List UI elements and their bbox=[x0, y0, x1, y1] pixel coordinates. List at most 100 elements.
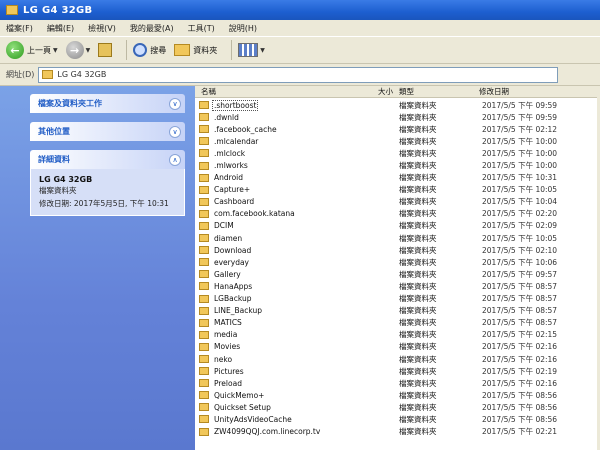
folders-button[interactable]: 資料夾 bbox=[174, 39, 217, 61]
folders-label: 資料夾 bbox=[193, 45, 218, 55]
file-name-cell[interactable]: com.facebook.katana bbox=[195, 208, 393, 219]
file-row[interactable]: diamen 檔案資料夾 2017/5/5 下午 10:05 bbox=[195, 232, 600, 244]
file-name-cell[interactable]: .mlclock bbox=[195, 148, 393, 159]
menu-favorites[interactable]: 我的最愛(A) bbox=[130, 23, 174, 34]
file-row[interactable]: UnityAdsVideoCache 檔案資料夾 2017/5/5 下午 08:56 bbox=[195, 413, 600, 425]
file-name-cell[interactable]: Quickset Setup bbox=[195, 402, 393, 413]
details-name: LG G4 32GB bbox=[39, 175, 93, 184]
file-date: 2017/5/5 下午 09:59 bbox=[482, 112, 558, 122]
file-row[interactable]: neko 檔案資料夾 2017/5/5 下午 02:16 bbox=[195, 353, 600, 365]
details-type: 檔案資料夾 bbox=[39, 186, 77, 195]
menu-edit[interactable]: 編輯(E) bbox=[47, 23, 74, 34]
file-name-cell[interactable]: .shortboost bbox=[195, 99, 393, 111]
folder-icon bbox=[199, 246, 209, 255]
file-name-cell[interactable]: .mlcalendar bbox=[195, 136, 393, 147]
file-name-cell[interactable]: Capture+ bbox=[195, 184, 393, 195]
menu-file[interactable]: 檔案(F) bbox=[6, 23, 33, 34]
file-name-cell[interactable]: .mlworks bbox=[195, 160, 393, 171]
file-row[interactable]: QuickMemo+ 檔案資料夾 2017/5/5 下午 08:56 bbox=[195, 389, 600, 401]
file-name-cell[interactable]: UnityAdsVideoCache bbox=[195, 414, 393, 425]
file-row[interactable]: .shortboost 檔案資料夾 2017/5/5 下午 09:59 bbox=[195, 99, 600, 111]
file-name-cell[interactable]: HanaApps bbox=[195, 281, 393, 292]
file-name-cell[interactable]: Movies bbox=[195, 341, 393, 352]
file-row[interactable]: Download 檔案資料夾 2017/5/5 下午 02:10 bbox=[195, 244, 600, 256]
file-name-cell[interactable]: Download bbox=[195, 245, 393, 256]
file-name-cell[interactable]: QuickMemo+ bbox=[195, 390, 393, 401]
file-list-pane: 名稱 大小 類型 修改日期 .shortboost 檔案資料夾 2017/5/5 下… bbox=[195, 86, 600, 450]
other-places-header[interactable]: 其他位置 ∨ bbox=[30, 122, 185, 141]
menu-view[interactable]: 檢視(V) bbox=[88, 23, 116, 34]
chevron-up-icon[interactable]: ∧ bbox=[169, 153, 181, 166]
views-button[interactable]: ▼ bbox=[238, 39, 265, 61]
file-date: 2017/5/5 下午 02:09 bbox=[482, 221, 558, 231]
file-row[interactable]: .dwnld 檔案資料夾 2017/5/5 下午 09:59 bbox=[195, 111, 600, 123]
file-name-cell[interactable]: MATICS bbox=[195, 317, 393, 328]
file-row[interactable]: Capture+ 檔案資料夾 2017/5/5 下午 10:05 bbox=[195, 184, 600, 196]
file-date: 2017/5/5 下午 08:57 bbox=[482, 306, 558, 316]
file-name-cell[interactable]: Pictures bbox=[195, 366, 393, 377]
file-row[interactable]: .mlclock 檔案資料夾 2017/5/5 下午 10:00 bbox=[195, 147, 600, 159]
file-name-cell[interactable]: .dwnld bbox=[195, 112, 393, 123]
address-field[interactable]: LG G4 32GB bbox=[38, 66, 559, 83]
column-header-date[interactable]: 修改日期 bbox=[473, 86, 593, 97]
file-row[interactable]: Quickset Setup 檔案資料夾 2017/5/5 下午 08:56 bbox=[195, 401, 600, 413]
chevron-down-icon[interactable]: ▼ bbox=[53, 47, 58, 54]
file-row[interactable]: Gallery 檔案資料夾 2017/5/5 下午 09:57 bbox=[195, 268, 600, 280]
file-type: 檔案資料夾 bbox=[399, 330, 437, 340]
file-name-cell[interactable]: Preload bbox=[195, 378, 393, 389]
menu-help[interactable]: 說明(H) bbox=[229, 23, 257, 34]
file-name-cell[interactable]: media bbox=[195, 329, 393, 340]
forward-button[interactable]: → ▼ bbox=[65, 39, 91, 61]
column-header-name[interactable]: 名稱 bbox=[195, 86, 365, 97]
file-row[interactable]: HanaApps 檔案資料夾 2017/5/5 下午 08:57 bbox=[195, 280, 600, 292]
file-name-cell[interactable]: diamen bbox=[195, 233, 393, 244]
chevron-down-icon[interactable]: ▼ bbox=[86, 47, 91, 54]
file-type: 檔案資料夾 bbox=[399, 136, 437, 146]
file-row[interactable]: com.facebook.katana 檔案資料夾 2017/5/5 下午 02:2… bbox=[195, 208, 600, 220]
file-row[interactable]: .mlworks 檔案資料夾 2017/5/5 下午 10:00 bbox=[195, 159, 600, 171]
file-name-cell[interactable]: everyday bbox=[195, 257, 393, 268]
file-row[interactable]: LINE_Backup 檔案資料夾 2017/5/5 下午 08:57 bbox=[195, 305, 600, 317]
file-row[interactable]: Preload 檔案資料夾 2017/5/5 下午 02:16 bbox=[195, 377, 600, 389]
search-button[interactable]: 搜尋 bbox=[133, 39, 166, 61]
file-type: 檔案資料夾 bbox=[399, 427, 437, 437]
column-header-type[interactable]: 類型 bbox=[393, 86, 473, 97]
file-row[interactable]: Cashboard 檔案資料夾 2017/5/5 下午 10:04 bbox=[195, 196, 600, 208]
file-name-cell[interactable]: LGBackup bbox=[195, 293, 393, 304]
file-name-cell[interactable]: LINE_Backup bbox=[195, 305, 393, 316]
chevron-down-icon[interactable]: ∨ bbox=[169, 97, 181, 110]
file-name-cell[interactable]: DCIM bbox=[195, 220, 393, 231]
file-name-cell[interactable]: ZW4099QQJ.com.linecorp.tv bbox=[195, 426, 393, 437]
chevron-down-icon[interactable]: ▼ bbox=[260, 47, 265, 54]
folder-icon bbox=[199, 113, 209, 122]
folder-icon bbox=[42, 70, 54, 79]
file-name-cell[interactable]: Android bbox=[195, 172, 393, 183]
column-header-size[interactable]: 大小 bbox=[365, 86, 393, 97]
tasks-section-header[interactable]: 檔案及資料夾工作 ∨ bbox=[30, 94, 185, 113]
file-name-cell[interactable]: .facebook_cache bbox=[195, 124, 393, 135]
file-row[interactable]: Movies 檔案資料夾 2017/5/5 下午 02:16 bbox=[195, 341, 600, 353]
file-row[interactable]: DCIM 檔案資料夾 2017/5/5 下午 02:09 bbox=[195, 220, 600, 232]
file-name: Movies bbox=[214, 342, 241, 352]
file-name-cell[interactable]: neko bbox=[195, 354, 393, 365]
back-button[interactable]: ← 上一頁 ▼ bbox=[6, 39, 58, 61]
chevron-down-icon[interactable]: ∨ bbox=[169, 125, 181, 138]
file-type: 檔案資料夾 bbox=[399, 124, 437, 134]
file-row[interactable]: media 檔案資料夾 2017/5/5 下午 02:15 bbox=[195, 329, 600, 341]
up-folder-button[interactable] bbox=[98, 39, 113, 61]
file-row[interactable]: MATICS 檔案資料夾 2017/5/5 下午 08:57 bbox=[195, 317, 600, 329]
file-row[interactable]: Android 檔案資料夾 2017/5/5 下午 10:31 bbox=[195, 172, 600, 184]
details-header[interactable]: 詳細資料 ∧ bbox=[30, 150, 185, 169]
title-bar[interactable]: LG G4 32GB bbox=[0, 0, 600, 20]
menu-tools[interactable]: 工具(T) bbox=[188, 23, 215, 34]
folder-icon bbox=[199, 403, 209, 412]
file-row[interactable]: .facebook_cache 檔案資料夾 2017/5/5 下午 02:12 bbox=[195, 123, 600, 135]
file-row[interactable]: everyday 檔案資料夾 2017/5/5 下午 10:06 bbox=[195, 256, 600, 268]
file-row[interactable]: Pictures 檔案資料夾 2017/5/5 下午 02:19 bbox=[195, 365, 600, 377]
file-row[interactable]: LGBackup 檔案資料夾 2017/5/5 下午 08:57 bbox=[195, 293, 600, 305]
file-name: HanaApps bbox=[214, 281, 253, 291]
file-name-cell[interactable]: Cashboard bbox=[195, 196, 393, 207]
file-name-cell[interactable]: Gallery bbox=[195, 269, 393, 280]
file-row[interactable]: ZW4099QQJ.com.linecorp.tv 檔案資料夾 2017/5/5 下… bbox=[195, 426, 600, 438]
file-row[interactable]: .mlcalendar 檔案資料夾 2017/5/5 下午 10:00 bbox=[195, 135, 600, 147]
